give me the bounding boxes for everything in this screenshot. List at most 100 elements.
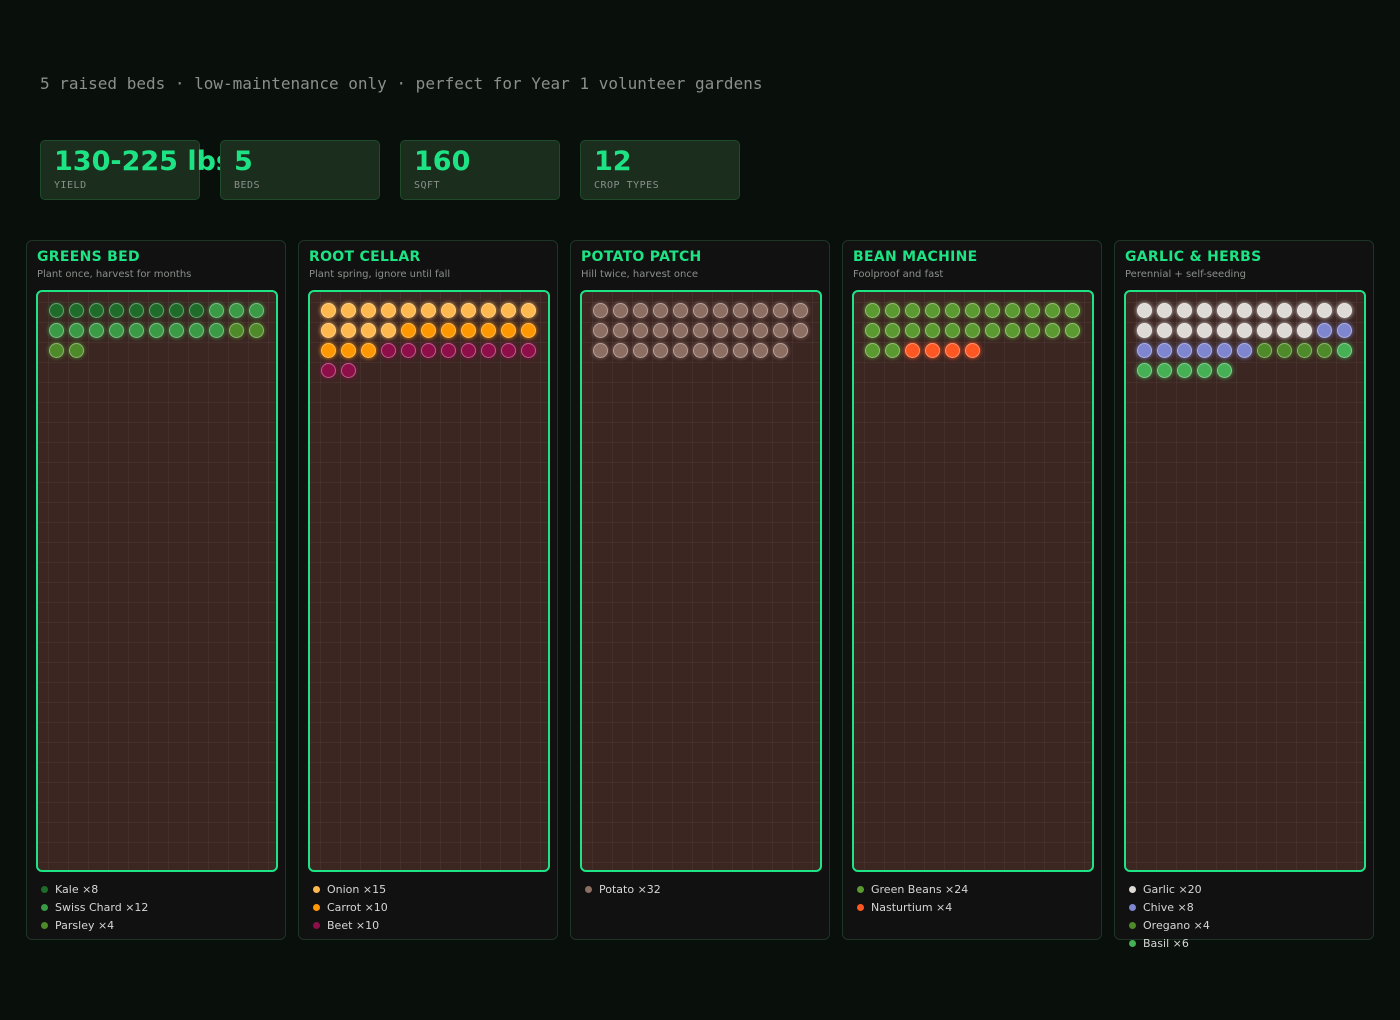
- plant-marker[interactable]: [481, 343, 496, 358]
- plant-marker[interactable]: [885, 343, 900, 358]
- plant-marker[interactable]: [945, 343, 960, 358]
- plant-marker[interactable]: [885, 303, 900, 318]
- plant-marker[interactable]: [1025, 303, 1040, 318]
- plant-marker[interactable]: [69, 343, 84, 358]
- plant-marker[interactable]: [793, 303, 808, 318]
- plant-marker[interactable]: [1137, 323, 1152, 338]
- plant-marker[interactable]: [713, 323, 728, 338]
- plant-marker[interactable]: [945, 323, 960, 338]
- plant-marker[interactable]: [733, 303, 748, 318]
- plant-marker[interactable]: [753, 303, 768, 318]
- plant-marker[interactable]: [773, 303, 788, 318]
- plant-marker[interactable]: [1197, 363, 1212, 378]
- plant-marker[interactable]: [905, 303, 920, 318]
- plant-marker[interactable]: [1065, 323, 1080, 338]
- plant-marker[interactable]: [1005, 323, 1020, 338]
- plant-marker[interactable]: [865, 323, 880, 338]
- plant-marker[interactable]: [229, 323, 244, 338]
- plant-marker[interactable]: [633, 303, 648, 318]
- plant-marker[interactable]: [1237, 303, 1252, 318]
- plant-marker[interactable]: [713, 303, 728, 318]
- plant-marker[interactable]: [49, 323, 64, 338]
- plant-marker[interactable]: [1157, 343, 1172, 358]
- plant-marker[interactable]: [49, 343, 64, 358]
- plant-marker[interactable]: [441, 323, 456, 338]
- plant-marker[interactable]: [693, 343, 708, 358]
- bed-card-root-cellar[interactable]: ROOT CELLAR Plant spring, ignore until f…: [298, 240, 558, 940]
- bed-card-garlic-herbs[interactable]: GARLIC & HERBS Perennial + self-seeding …: [1114, 240, 1374, 950]
- plant-marker[interactable]: [129, 323, 144, 338]
- plant-marker[interactable]: [321, 303, 336, 318]
- plant-marker[interactable]: [693, 303, 708, 318]
- plant-marker[interactable]: [1157, 303, 1172, 318]
- plant-marker[interactable]: [1025, 323, 1040, 338]
- plant-marker[interactable]: [189, 303, 204, 318]
- plant-marker[interactable]: [1065, 303, 1080, 318]
- plant-marker[interactable]: [1257, 343, 1272, 358]
- plant-marker[interactable]: [89, 303, 104, 318]
- bed-grid[interactable]: [580, 290, 822, 872]
- bed-grid[interactable]: [852, 290, 1094, 872]
- plant-marker[interactable]: [321, 363, 336, 378]
- plant-marker[interactable]: [985, 323, 1000, 338]
- plant-marker[interactable]: [421, 303, 436, 318]
- plant-marker[interactable]: [1137, 343, 1152, 358]
- plant-marker[interactable]: [673, 343, 688, 358]
- plant-marker[interactable]: [885, 323, 900, 338]
- plant-marker[interactable]: [501, 343, 516, 358]
- plant-marker[interactable]: [481, 303, 496, 318]
- plant-marker[interactable]: [69, 323, 84, 338]
- plant-marker[interactable]: [401, 343, 416, 358]
- plant-marker[interactable]: [461, 303, 476, 318]
- plant-marker[interactable]: [341, 343, 356, 358]
- plant-marker[interactable]: [169, 323, 184, 338]
- plant-marker[interactable]: [633, 343, 648, 358]
- plant-marker[interactable]: [361, 323, 376, 338]
- plant-marker[interactable]: [1197, 303, 1212, 318]
- plant-marker[interactable]: [613, 343, 628, 358]
- plant-marker[interactable]: [461, 343, 476, 358]
- plant-marker[interactable]: [461, 323, 476, 338]
- plant-marker[interactable]: [1257, 303, 1272, 318]
- plant-marker[interactable]: [693, 323, 708, 338]
- plant-marker[interactable]: [1137, 363, 1152, 378]
- plant-marker[interactable]: [1197, 323, 1212, 338]
- plant-marker[interactable]: [865, 343, 880, 358]
- plant-marker[interactable]: [149, 323, 164, 338]
- plant-marker[interactable]: [69, 303, 84, 318]
- plant-marker[interactable]: [229, 303, 244, 318]
- plant-marker[interactable]: [149, 303, 164, 318]
- plant-marker[interactable]: [441, 303, 456, 318]
- bed-grid[interactable]: [308, 290, 550, 872]
- plant-marker[interactable]: [1177, 323, 1192, 338]
- plant-marker[interactable]: [1197, 343, 1212, 358]
- bed-grid[interactable]: [36, 290, 278, 872]
- plant-marker[interactable]: [401, 303, 416, 318]
- bed-card-bean-machine[interactable]: BEAN MACHINE Foolproof and fast Green Be…: [842, 240, 1102, 940]
- plant-marker[interactable]: [341, 363, 356, 378]
- plant-marker[interactable]: [733, 343, 748, 358]
- plant-marker[interactable]: [441, 343, 456, 358]
- plant-marker[interactable]: [189, 323, 204, 338]
- plant-marker[interactable]: [481, 323, 496, 338]
- plant-marker[interactable]: [521, 343, 536, 358]
- plant-marker[interactable]: [865, 303, 880, 318]
- plant-marker[interactable]: [925, 303, 940, 318]
- plant-marker[interactable]: [341, 303, 356, 318]
- plant-marker[interactable]: [1237, 343, 1252, 358]
- plant-marker[interactable]: [673, 323, 688, 338]
- plant-marker[interactable]: [653, 343, 668, 358]
- plant-marker[interactable]: [249, 303, 264, 318]
- plant-marker[interactable]: [1337, 303, 1352, 318]
- plant-marker[interactable]: [209, 303, 224, 318]
- plant-marker[interactable]: [905, 343, 920, 358]
- plant-marker[interactable]: [1157, 323, 1172, 338]
- plant-marker[interactable]: [653, 303, 668, 318]
- plant-marker[interactable]: [593, 323, 608, 338]
- plant-marker[interactable]: [1177, 363, 1192, 378]
- plant-marker[interactable]: [1337, 343, 1352, 358]
- plant-marker[interactable]: [381, 343, 396, 358]
- plant-marker[interactable]: [381, 303, 396, 318]
- plant-marker[interactable]: [1217, 303, 1232, 318]
- plant-marker[interactable]: [673, 303, 688, 318]
